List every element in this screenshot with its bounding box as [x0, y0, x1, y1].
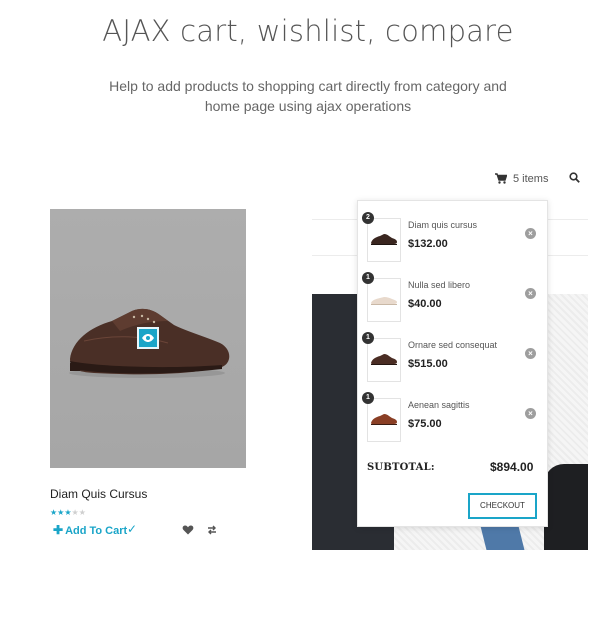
heart-icon[interactable]	[182, 524, 194, 536]
mini-cart-dropdown: 2 Diam quis cursus $132.00 × 1 Nulla sed…	[357, 200, 548, 527]
plus-icon: ✚	[53, 523, 64, 537]
shoe-image	[371, 234, 397, 245]
cart-item: 1 Aenean sagittis $75.00 ×	[358, 381, 549, 442]
star-icon: ★	[78, 508, 86, 517]
cart-item-thumbnail[interactable]	[367, 398, 401, 442]
cart-item-price: $75.00	[408, 418, 442, 430]
cart-item-name[interactable]: Nulla sed libero	[408, 280, 470, 290]
cart-item-qty-badge: 1	[362, 272, 374, 284]
page-title: AJAX cart, wishlist, compare	[102, 14, 514, 48]
cart-item-price: $515.00	[408, 358, 448, 370]
subtotal-value: $894.00	[490, 460, 534, 474]
cart-item-price: $40.00	[408, 298, 442, 310]
quickview-button[interactable]	[137, 327, 159, 349]
close-icon[interactable]: ×	[525, 408, 536, 419]
cart-item-name[interactable]: Ornare sed consequat	[408, 340, 497, 350]
cart-item-qty-badge: 1	[362, 392, 374, 404]
cart-item-qty-badge: 2	[362, 212, 374, 224]
cart-item-thumbnail[interactable]	[367, 338, 401, 382]
shoe-image	[371, 297, 397, 305]
cart-item-price: $132.00	[408, 238, 448, 250]
subtotal-label: SUBTOTAL:	[367, 462, 435, 473]
star-icon: ★	[71, 508, 79, 517]
close-icon[interactable]: ×	[525, 348, 536, 359]
cart-icon[interactable]	[495, 173, 507, 184]
cart-item-name[interactable]: Aenean sagittis	[408, 400, 470, 410]
shoe-image	[371, 354, 397, 365]
add-to-cart-label: Add To Cart	[65, 525, 128, 537]
search-icon[interactable]	[569, 172, 580, 183]
close-icon[interactable]: ×	[525, 228, 536, 239]
close-icon[interactable]: ×	[525, 288, 536, 299]
cart-item: 2 Diam quis cursus $132.00 ×	[358, 201, 549, 262]
cart-item-name[interactable]: Diam quis cursus	[408, 220, 477, 230]
cart-item: 1 Ornare sed consequat $515.00 ×	[358, 321, 549, 382]
page-description: Help to add products to shopping cart di…	[109, 78, 507, 114]
star-icon: ★	[64, 508, 72, 517]
shoe-image	[371, 414, 397, 425]
product-name[interactable]: Diam Quis Cursus	[50, 487, 147, 501]
compare-icon[interactable]	[206, 524, 218, 536]
cart-item: 1 Nulla sed libero $40.00 ×	[358, 261, 549, 322]
cart-item-thumbnail[interactable]	[367, 278, 401, 322]
eye-icon	[142, 334, 154, 342]
check-icon: ✓	[127, 522, 138, 536]
add-to-cart-button[interactable]: ✚ Add To Cart	[53, 523, 127, 537]
checkout-button[interactable]: CHECKOUT	[468, 493, 537, 519]
cart-item-thumbnail[interactable]	[367, 218, 401, 262]
cart-item-qty-badge: 1	[362, 332, 374, 344]
product-rating: ★★★★★	[50, 508, 86, 517]
product-image[interactable]	[50, 209, 246, 468]
cart-count[interactable]: 5 items	[513, 173, 548, 185]
